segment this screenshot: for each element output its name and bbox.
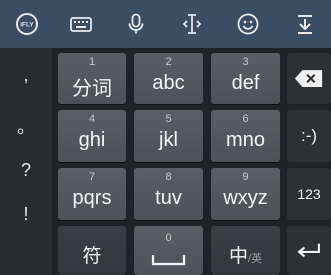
ifly-logo-button[interactable]: iFLY — [11, 8, 43, 40]
key-label: tuv — [155, 187, 182, 209]
punctuation-column: , 。 ? ! — [0, 48, 52, 275]
key-label: 符 — [82, 246, 102, 267]
punct-comma[interactable]: , — [0, 55, 52, 95]
key-label: pqrs — [72, 187, 112, 209]
ifly-logo-icon: iFLY — [16, 13, 38, 35]
microphone-icon — [128, 13, 144, 34]
language-switch-key[interactable]: 中/英 — [211, 226, 280, 275]
enter-key[interactable] — [287, 226, 331, 275]
key-8-tuv[interactable]: 8 tuv — [134, 168, 203, 220]
backspace-key[interactable] — [287, 53, 331, 104]
key-label: def — [231, 72, 260, 94]
key-label: ghi — [78, 129, 106, 151]
key-number: 4 — [88, 113, 96, 125]
symbol-key[interactable]: 符 — [58, 226, 126, 275]
smiley-icon — [237, 13, 259, 35]
space-icon — [151, 255, 186, 266]
lang-english: /英 — [247, 253, 263, 265]
key-number: 0 — [165, 232, 172, 244]
key-1-segment[interactable]: 1 分词 — [58, 53, 126, 104]
key-number: 1 — [88, 56, 96, 68]
key-2-abc[interactable]: 2 abc — [134, 53, 203, 104]
keyboard-icon — [70, 17, 92, 32]
collapse-icon — [298, 15, 312, 34]
key-number: 3 — [242, 56, 249, 68]
voice-input-button[interactable] — [120, 8, 152, 40]
hide-keyboard-button[interactable] — [289, 8, 321, 40]
lang-chinese: 中 — [228, 246, 248, 267]
key-label: mno — [226, 129, 265, 151]
key-7-pqrs[interactable]: 7 pqrs — [58, 168, 126, 220]
keyboard-button[interactable] — [65, 8, 97, 40]
key-label: abc — [152, 72, 185, 94]
key-number: 6 — [242, 113, 249, 125]
punct-period[interactable]: 。 — [0, 106, 52, 146]
key-number: 9 — [242, 171, 249, 183]
numeric-key[interactable]: 123 — [287, 168, 331, 220]
emoticon-key[interactable]: :-) — [287, 110, 331, 162]
key-9-wxyz[interactable]: 9 wxyz — [211, 168, 280, 220]
emoji-button[interactable] — [232, 8, 264, 40]
text-cursor-icon — [182, 14, 202, 34]
punct-exclamation[interactable]: ! — [0, 194, 52, 234]
key-6-mno[interactable]: 6 mno — [211, 110, 280, 162]
punct-question[interactable]: ? — [0, 150, 52, 190]
key-number: 8 — [165, 171, 172, 183]
key-5-jkl[interactable]: 5 jkl — [134, 110, 203, 162]
keyboard: iFLY , 。 ? ! 1 分词 2 abc 3 def 4 ghi 5 jk… — [0, 0, 331, 275]
key-label: 分词 — [72, 78, 112, 100]
enter-icon — [297, 243, 320, 257]
key-3-def[interactable]: 3 def — [211, 53, 280, 104]
key-number: 7 — [88, 171, 96, 183]
key-label: 中/英 — [211, 241, 280, 268]
backspace-icon — [294, 70, 323, 87]
space-key[interactable]: 0 — [134, 226, 203, 275]
toolbar: iFLY — [0, 0, 331, 48]
key-number: 2 — [165, 56, 172, 68]
key-number: 5 — [165, 113, 172, 125]
ifly-logo-text: iFLY — [20, 22, 34, 29]
key-label: wxyz — [223, 187, 268, 209]
cursor-edit-button[interactable] — [176, 8, 208, 40]
key-label: jkl — [159, 129, 178, 151]
key-4-ghi[interactable]: 4 ghi — [58, 110, 126, 162]
